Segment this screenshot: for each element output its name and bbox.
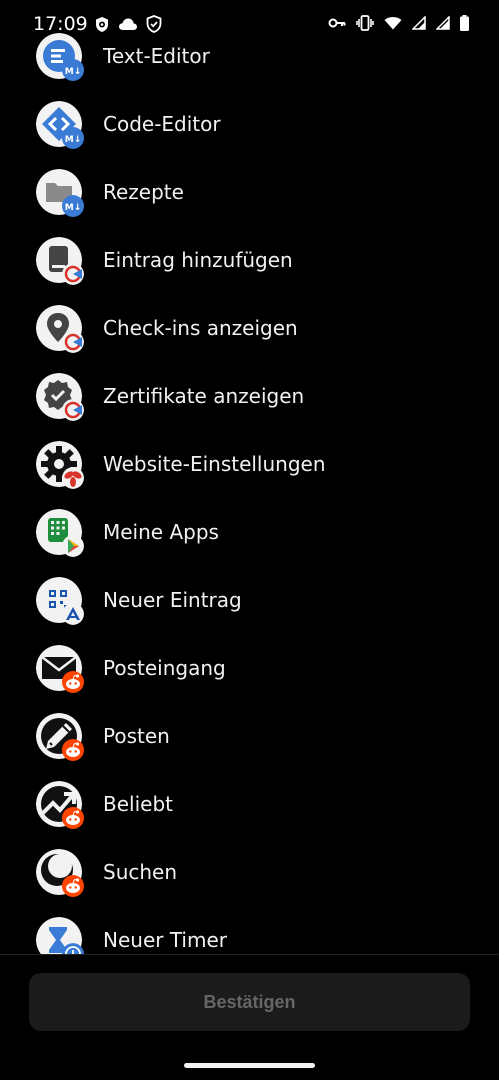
list-item-label: Check-ins anzeigen	[103, 316, 298, 340]
list-item-label: Website-Einstellungen	[103, 452, 326, 476]
list-item-label: Eintrag hinzufügen	[103, 248, 293, 272]
app-badge-icon	[62, 603, 84, 625]
markor-badge-icon: M↓	[62, 59, 84, 81]
icon-wrap: M↓	[36, 169, 84, 217]
list-item-label: Posteingang	[103, 656, 226, 680]
play-store-badge-icon	[62, 535, 84, 557]
list-item-label: Zertifikate anzeigen	[103, 384, 305, 408]
list-item-website-einstellungen[interactable]: Website-Einstellungen	[0, 430, 499, 498]
shortcut-list[interactable]: M↓ Text-Editor M↓ Code-Editor M↓ Rezepte…	[0, 22, 499, 954]
list-item-label: Neuer Timer	[103, 928, 227, 952]
list-item-zertifikate-anzeigen[interactable]: Zertifikate anzeigen	[0, 362, 499, 430]
list-item-check-ins-anzeigen[interactable]: Check-ins anzeigen	[0, 294, 499, 362]
list-item-neuer-eintrag[interactable]: Neuer Eintrag	[0, 566, 499, 634]
list-item-rezepte[interactable]: M↓ Rezepte	[0, 158, 499, 226]
divider	[0, 954, 499, 955]
icon-wrap	[36, 441, 84, 489]
list-item-posten[interactable]: Posten	[0, 702, 499, 770]
markor-badge-icon: M↓	[62, 195, 84, 217]
icon-wrap	[36, 849, 84, 897]
icon-wrap	[36, 237, 84, 285]
list-item-label: Text-Editor	[103, 44, 210, 68]
icon-wrap	[36, 713, 84, 761]
icon-wrap	[36, 917, 84, 954]
icon-wrap	[36, 781, 84, 829]
list-item-label: Code-Editor	[103, 112, 221, 136]
list-item-label: Beliebt	[103, 792, 173, 816]
covid-cert-badge-icon	[62, 263, 84, 285]
icon-wrap	[36, 645, 84, 693]
icon-wrap	[36, 305, 84, 353]
reddit-badge-icon	[62, 739, 84, 761]
list-item-neuer-timer[interactable]: Neuer Timer	[0, 906, 499, 954]
icon-wrap	[36, 509, 84, 557]
svg-text:M↓: M↓	[65, 135, 82, 145]
reddit-badge-icon	[62, 875, 84, 897]
reddit-badge-icon	[62, 807, 84, 829]
list-item-label: Rezepte	[103, 180, 184, 204]
icon-wrap: M↓	[36, 33, 84, 81]
confirm-button-label: Bestätigen	[203, 991, 296, 1012]
icon-wrap: M↓	[36, 101, 84, 149]
list-item-suchen[interactable]: Suchen	[0, 838, 499, 906]
icon-wrap	[36, 373, 84, 421]
gesture-nav-handle[interactable]	[184, 1063, 315, 1068]
list-item-eintrag-hinzufuegen[interactable]: Eintrag hinzufügen	[0, 226, 499, 294]
list-item-label: Meine Apps	[103, 520, 219, 544]
svg-text:M↓: M↓	[65, 67, 82, 77]
markor-badge-icon: M↓	[62, 127, 84, 149]
reddit-badge-icon	[62, 671, 84, 693]
list-item-meine-apps[interactable]: Meine Apps	[0, 498, 499, 566]
confirm-button[interactable]: Bestätigen	[29, 973, 470, 1031]
covid-cert-badge-icon	[62, 399, 84, 421]
svg-text:M↓: M↓	[65, 203, 82, 213]
list-item-code-editor[interactable]: M↓ Code-Editor	[0, 90, 499, 158]
list-item-label: Posten	[103, 724, 170, 748]
list-item-label: Suchen	[103, 860, 178, 884]
list-item-posteingang[interactable]: Posteingang	[0, 634, 499, 702]
covid-cert-badge-icon	[62, 331, 84, 353]
list-item-beliebt[interactable]: Beliebt	[0, 770, 499, 838]
list-item-text-editor[interactable]: M↓ Text-Editor	[0, 22, 499, 90]
icon-wrap	[36, 577, 84, 625]
browser-badge-icon	[62, 467, 84, 489]
list-item-label: Neuer Eintrag	[103, 588, 242, 612]
